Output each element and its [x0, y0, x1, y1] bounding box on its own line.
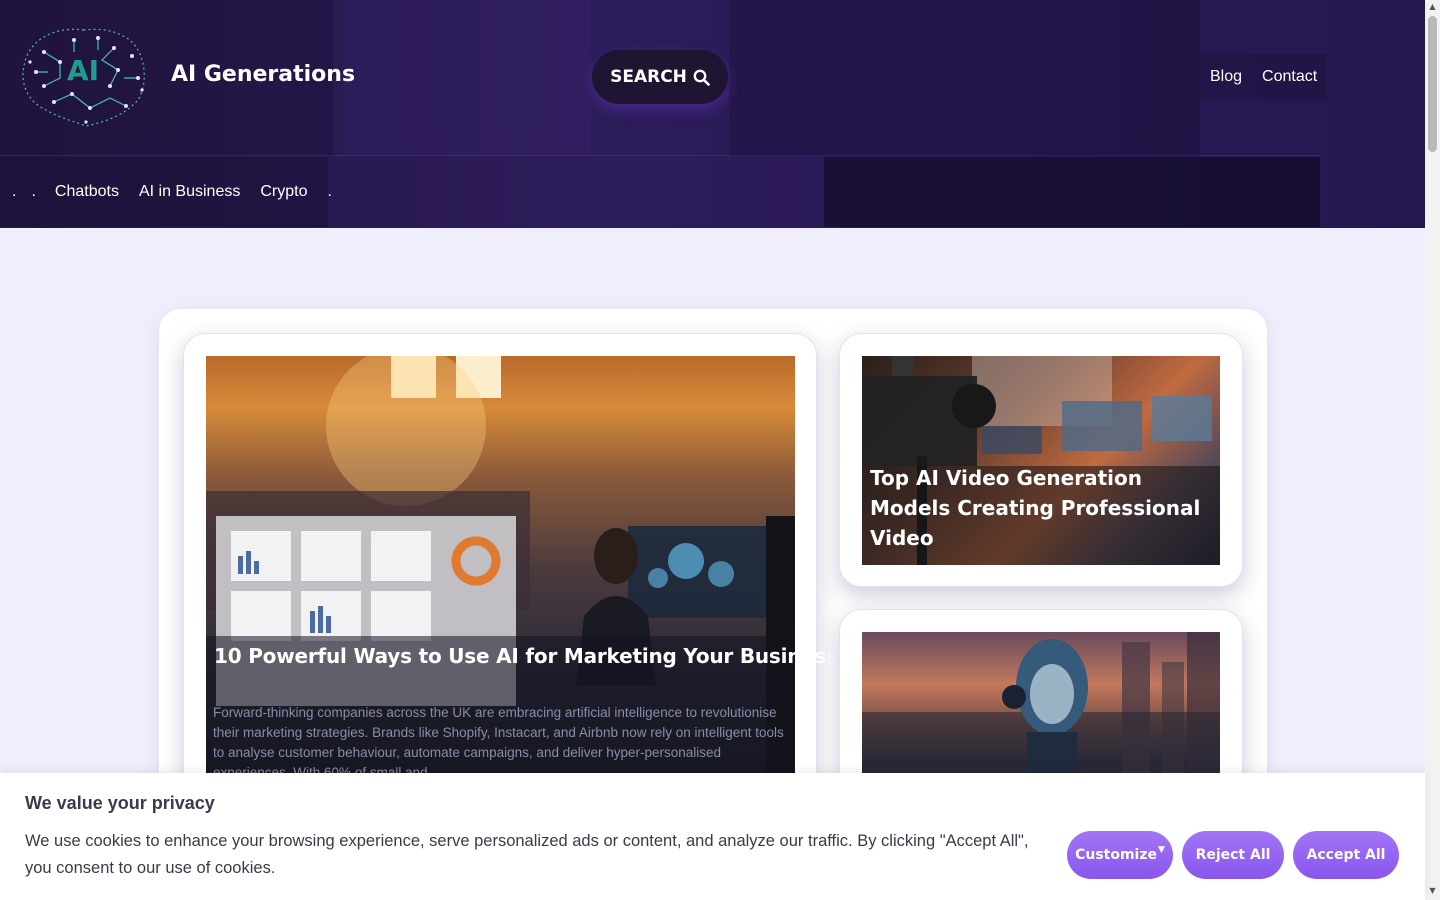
- nav-dot-item[interactable]: .: [25, 183, 44, 201]
- site-name[interactable]: AI Generations: [171, 62, 355, 87]
- header-top-bar: AI AI Generations SEARCH Blog Contact: [0, 0, 1328, 156]
- nav-item-crypto[interactable]: Crypto: [250, 183, 317, 201]
- top-nav: Blog Contact: [1200, 54, 1328, 100]
- cookie-text: We use cookies to enhance your browsing …: [25, 832, 1029, 877]
- nav-dot-item[interactable]: .: [317, 183, 341, 201]
- featured-article-excerpt: Forward-thinking companies across the UK…: [213, 705, 784, 780]
- reject-all-button[interactable]: Reject All: [1182, 831, 1284, 879]
- page-scrollbar[interactable]: ▲ ▼: [1425, 0, 1440, 900]
- customize-label: Customize: [1075, 847, 1157, 863]
- article-image[interactable]: [862, 632, 1220, 782]
- humanoid-robot-city-image: [862, 632, 1220, 782]
- caret-down-icon: ▼: [1158, 845, 1165, 855]
- site-header: AI AI Generations SEARCH Blog Contact . …: [0, 0, 1425, 228]
- scroll-down-arrow-icon[interactable]: ▼: [1428, 886, 1437, 896]
- brain-logo-icon[interactable]: AI: [14, 22, 152, 132]
- category-nav: . . Chatbots AI in Business Crypto .: [0, 157, 1320, 227]
- nav-link-contact[interactable]: Contact: [1262, 68, 1317, 86]
- scrollbar-thumb[interactable]: [1428, 16, 1437, 152]
- customize-button[interactable]: Customize ▼: [1067, 831, 1173, 879]
- search-button[interactable]: SEARCH: [592, 50, 728, 104]
- category-nav-panel: [824, 157, 1320, 227]
- cookie-title: We value your privacy: [25, 793, 215, 813]
- search-label: SEARCH: [610, 67, 687, 87]
- cookie-consent-banner: We value your privacy We use cookies to …: [0, 773, 1425, 900]
- scroll-up-arrow-icon[interactable]: ▲: [1428, 2, 1437, 12]
- article-title[interactable]: Top AI Video Generation Models Creating …: [870, 463, 1210, 553]
- nav-link-blog[interactable]: Blog: [1210, 68, 1242, 86]
- accept-all-button[interactable]: Accept All: [1293, 831, 1399, 879]
- nav-item-ai-in-business[interactable]: AI in Business: [129, 183, 250, 201]
- header-panel: [729, 0, 1200, 156]
- nav-dot-item[interactable]: .: [6, 183, 25, 201]
- featured-article-title[interactable]: 10 Powerful Ways to Use AI for Marketing…: [214, 644, 838, 668]
- search-icon: [693, 69, 710, 86]
- nav-item-chatbots[interactable]: Chatbots: [45, 183, 129, 201]
- header-panel: [343, 0, 591, 156]
- svg-text:AI: AI: [67, 54, 99, 87]
